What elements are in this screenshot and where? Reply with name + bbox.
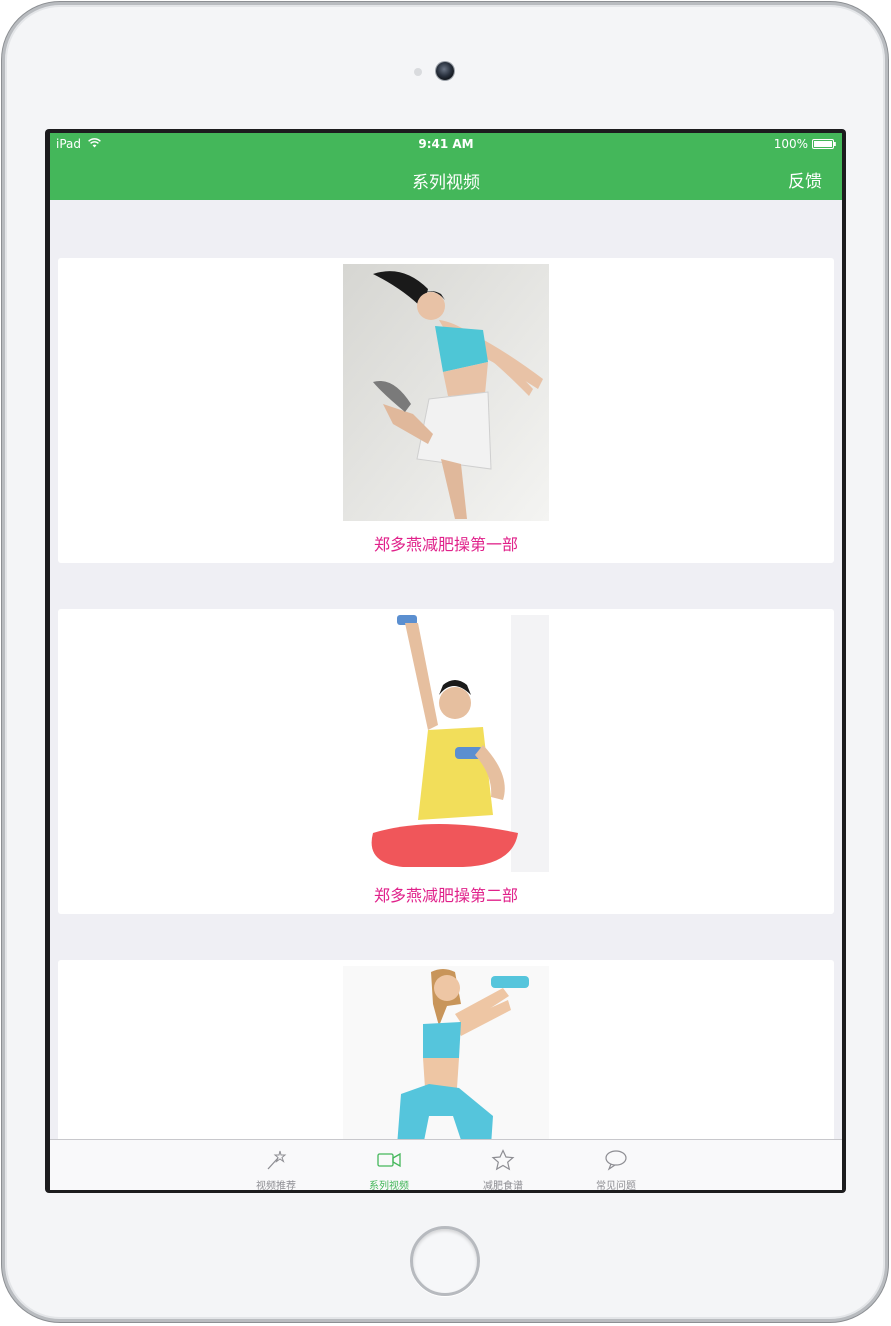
tab-video-recommend[interactable]: 视频推荐 [226, 1140, 326, 1190]
video-title: 郑多燕减肥操第一部 [373, 535, 518, 554]
tab-label: 视频推荐 [256, 1181, 296, 1190]
video-card[interactable]: 郑多燕减肥操第二部 [58, 609, 834, 914]
tab-label: 常见问题 [596, 1181, 636, 1190]
video-series-list: 郑多燕减肥操第一部 郑多燕减肥操第二部 [50, 200, 842, 1139]
tab-faq[interactable]: 常见问题 [566, 1140, 666, 1190]
feedback-button[interactable]: 反馈 [788, 167, 822, 192]
front-sensor [414, 68, 422, 76]
tab-label: 减肥食谱 [483, 1181, 523, 1190]
tab-video-series[interactable]: 系列视频 [339, 1140, 439, 1190]
star-icon [491, 1149, 515, 1171]
battery-percent: 100% [773, 137, 808, 151]
page-title: 系列视频 [412, 173, 480, 193]
navigation-bar: iPad 9:41 AM 100% 系列视频 反馈 [50, 133, 842, 200]
video-thumbnail-squat-woman [343, 966, 549, 1139]
video-camera-icon [377, 1152, 401, 1168]
video-title: 郑多燕减肥操第二部 [373, 886, 518, 905]
magic-wand-icon [267, 1150, 287, 1170]
video-card[interactable] [58, 960, 834, 1139]
app-display: iPad 9:41 AM 100% 系列视频 反馈 郑多燕减肥操第一部 郑多燕减… [50, 133, 842, 1190]
tab-label: 系列视频 [369, 1181, 409, 1190]
front-camera [436, 62, 454, 80]
tab-bar: 视频推荐 系列视频 减肥食谱 常见问题 [50, 1139, 842, 1190]
home-button[interactable] [410, 1226, 480, 1296]
battery-icon [812, 139, 836, 149]
speech-bubble-icon [605, 1150, 627, 1171]
video-thumbnail-dumbbell-woman [343, 615, 549, 872]
video-thumbnail-jumping-woman [343, 264, 549, 521]
tab-diet-recipes[interactable]: 减肥食谱 [453, 1140, 553, 1190]
status-bar: iPad 9:41 AM 100% [50, 133, 842, 155]
status-time: 9:41 AM [418, 137, 474, 151]
video-card[interactable]: 郑多燕减肥操第一部 [58, 258, 834, 563]
